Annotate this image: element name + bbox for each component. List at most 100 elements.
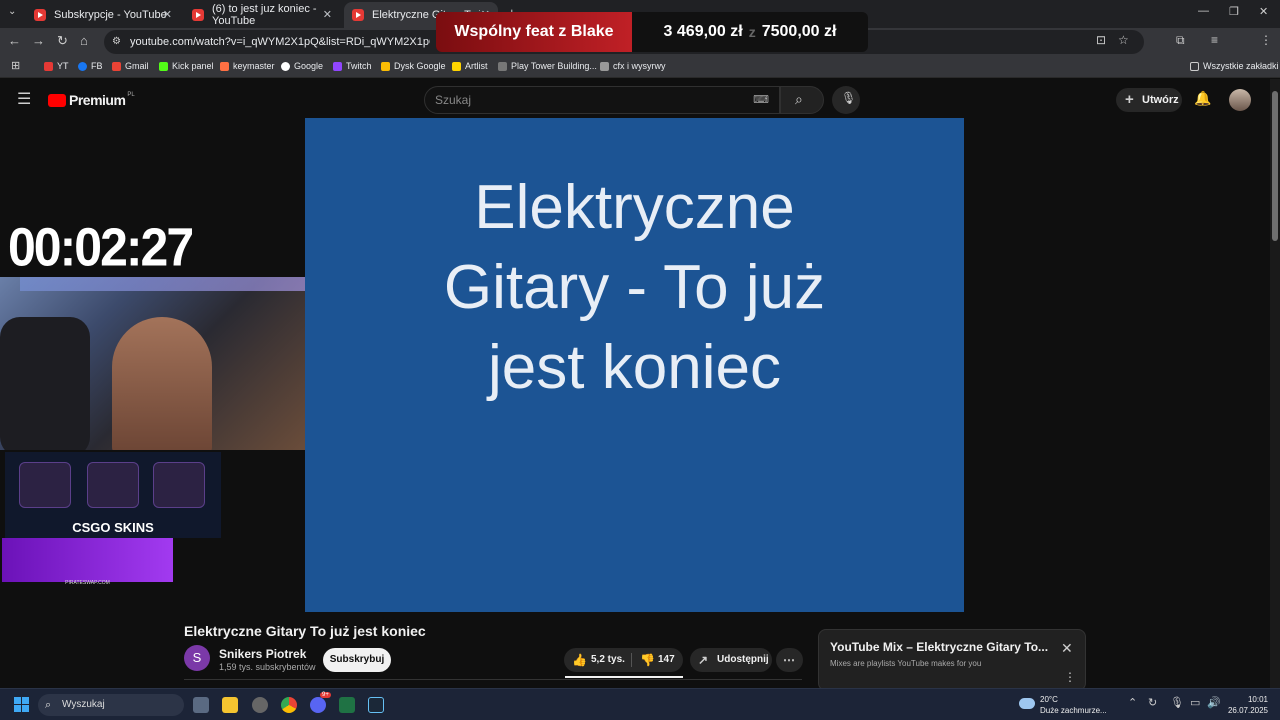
taskbar-search-placeholder: Wyszukaj <box>62 699 105 710</box>
media-control-icon[interactable]: ≡ <box>1211 33 1218 47</box>
tab-close-icon[interactable]: ✕ <box>323 8 332 21</box>
create-button[interactable]: + Utwórz <box>1116 88 1182 112</box>
bookmark-label: cfx i wysyrwy <box>613 61 666 71</box>
bookmark-label: YT <box>57 61 69 71</box>
home-icon[interactable]: ⌂ <box>80 33 88 48</box>
pirateswap-ad: PIRATESWAP.COM <box>2 538 173 586</box>
bookmark-gmail[interactable]: Gmail <box>112 61 149 71</box>
window-close-icon[interactable]: ✕ <box>1259 5 1268 18</box>
windows-start-icon[interactable] <box>14 697 29 712</box>
google-drive-icon <box>381 61 390 71</box>
tab-subskrypcje[interactable]: Subskrypcje - YouTube ✕ <box>26 2 180 28</box>
tab-close-icon[interactable]: ✕ <box>163 8 172 21</box>
forward-icon[interactable]: → <box>32 33 45 48</box>
webcam-feed <box>0 277 307 450</box>
like-button[interactable]: 👍 5,2 tys. <box>564 648 631 672</box>
task-view-icon[interactable] <box>193 697 209 713</box>
keyboard-icon[interactable]: ⌨ <box>753 87 769 113</box>
cfx-icon <box>600 61 609 71</box>
bookmark-label: Gmail <box>125 61 149 71</box>
close-icon[interactable]: ✕ <box>1061 640 1073 657</box>
bookmark-cfx[interactable]: cfx i wysyrwy <box>600 61 666 71</box>
video-player[interactable]: Elektryczne Gitary - To już jest koniec <box>305 118 964 612</box>
bookmark-artlist[interactable]: Artlist <box>452 61 488 71</box>
search-placeholder: Szukaj <box>435 93 472 107</box>
dislike-count: 147 <box>658 654 675 665</box>
scrollbar-thumb[interactable] <box>1272 91 1278 241</box>
youtube-logo[interactable]: Premium PL <box>48 92 135 108</box>
page-scrollbar[interactable] <box>1270 79 1280 690</box>
like-dislike-group: 👍 5,2 tys. 👎 147 <box>564 648 683 672</box>
weather-widget[interactable]: 20°C Duże zachmurze... <box>1040 694 1107 716</box>
bookmark-kick-panel[interactable]: Kick panel <box>159 61 214 71</box>
skin-card <box>87 462 139 508</box>
tab-to-jest-juz-koniec[interactable]: (6) to jest juz koniec - YouTube ✕ <box>184 2 340 28</box>
more-vert-icon[interactable]: ⋮ <box>1064 670 1076 684</box>
bookmark-twitch[interactable]: Twitch <box>333 61 372 71</box>
voice-search-button[interactable]: 🎙 <box>832 86 860 114</box>
channel-avatar[interactable]: S <box>184 645 210 671</box>
hamburger-menu-icon[interactable]: ☰ <box>17 89 31 109</box>
excel-icon[interactable] <box>339 697 355 713</box>
channel-name[interactable]: Snikers Piotrek <box>219 647 306 661</box>
app-icon[interactable] <box>252 697 268 713</box>
dislike-button[interactable]: 👎 147 <box>632 648 683 672</box>
bookmark-play-tower[interactable]: Play Tower Building... <box>498 61 597 71</box>
steam-icon[interactable] <box>368 697 384 713</box>
chrome-icon[interactable] <box>281 697 297 713</box>
clock-time: 10:01 <box>1247 695 1268 704</box>
search-button[interactable]: ⌕ <box>780 86 824 114</box>
share-button[interactable]: ↗ Udostępnij <box>690 648 772 672</box>
all-bookmarks[interactable]: Wszystkie zakładki <box>1190 61 1279 71</box>
taskbar-clock[interactable]: 10:01 26.07.2025 <box>1226 694 1268 716</box>
twitch-icon <box>333 61 342 71</box>
mix-playlist-panel[interactable]: YouTube Mix – Elektryczne Gitary To... M… <box>818 629 1086 691</box>
video-frame-text: Elektryczne Gitary - To już jest koniec <box>305 168 964 408</box>
weather-cloud-icon <box>1019 698 1035 709</box>
csgo-skins-label: CSGO SKINS <box>72 520 154 535</box>
search-icon: ⌕ <box>45 699 52 711</box>
bookmark-yt[interactable]: YT <box>44 61 69 71</box>
sync-icon[interactable]: ↻ <box>1148 696 1157 709</box>
more-actions-button[interactable]: ⋯ <box>776 648 803 672</box>
youtube-icon <box>44 61 53 71</box>
network-icon[interactable]: ▭ <box>1190 696 1200 709</box>
bookmark-fb[interactable]: FB <box>78 61 103 71</box>
bookmark-dysk-google[interactable]: Dysk Google <box>381 61 446 71</box>
subscribe-button[interactable]: Subskrybuj <box>323 648 391 672</box>
goal-separator: z <box>748 24 756 40</box>
site-info-icon[interactable]: ⚙ <box>112 30 121 54</box>
back-icon[interactable]: ← <box>8 33 21 48</box>
share-label: Udostępnij <box>717 654 769 665</box>
led-light <box>20 277 307 291</box>
bookmark-google[interactable]: Google <box>281 61 323 71</box>
search-input[interactable]: Szukaj ⌨ <box>424 86 780 114</box>
account-avatar[interactable] <box>1229 89 1251 111</box>
video-info: Elektryczne Gitary To już jest koniec S … <box>0 612 1270 691</box>
discord-icon[interactable] <box>310 697 326 713</box>
minimize-icon[interactable]: — <box>1198 5 1209 17</box>
bookmark-keymaster[interactable]: keymaster <box>220 61 275 71</box>
install-app-icon[interactable]: ⊡ <box>1096 33 1106 47</box>
skin-card <box>153 462 205 508</box>
notifications-bell-icon[interactable]: 🔔 <box>1194 90 1211 107</box>
taskbar-search[interactable]: ⌕ Wyszukaj <box>38 694 184 716</box>
chevron-up-icon[interactable]: ⌃ <box>1128 696 1137 709</box>
maximize-icon[interactable]: ❐ <box>1229 5 1239 18</box>
youtube-play-icon <box>48 93 66 107</box>
tab-search-icon[interactable]: ⌄ <box>8 6 16 17</box>
donation-goal-overlay: Wspólny feat z Blake 3 469,00 zł z 7500,… <box>436 12 868 52</box>
microphone-icon[interactable]: 🎙 <box>1170 696 1184 709</box>
apps-grid-icon[interactable]: ⊞ <box>11 59 20 72</box>
reload-icon[interactable]: ↻ <box>57 33 68 49</box>
windows-taskbar: ⌕ Wyszukaj 9+ 20°C Duże zachmurze... ⌃ ↻… <box>0 688 1280 720</box>
create-label: Utwórz <box>1142 94 1179 106</box>
bookmark-star-icon[interactable]: ☆ <box>1118 33 1129 47</box>
volume-icon[interactable]: 🔊 <box>1207 696 1221 709</box>
weather-desc: Duże zachmurze... <box>1040 706 1107 715</box>
clock-date: 26.07.2025 <box>1227 706 1268 715</box>
gmail-icon <box>112 61 121 71</box>
file-explorer-icon[interactable] <box>222 697 238 713</box>
browser-menu-icon[interactable]: ⋮ <box>1260 33 1272 47</box>
extensions-puzzle-icon[interactable]: ⧉ <box>1176 33 1185 48</box>
